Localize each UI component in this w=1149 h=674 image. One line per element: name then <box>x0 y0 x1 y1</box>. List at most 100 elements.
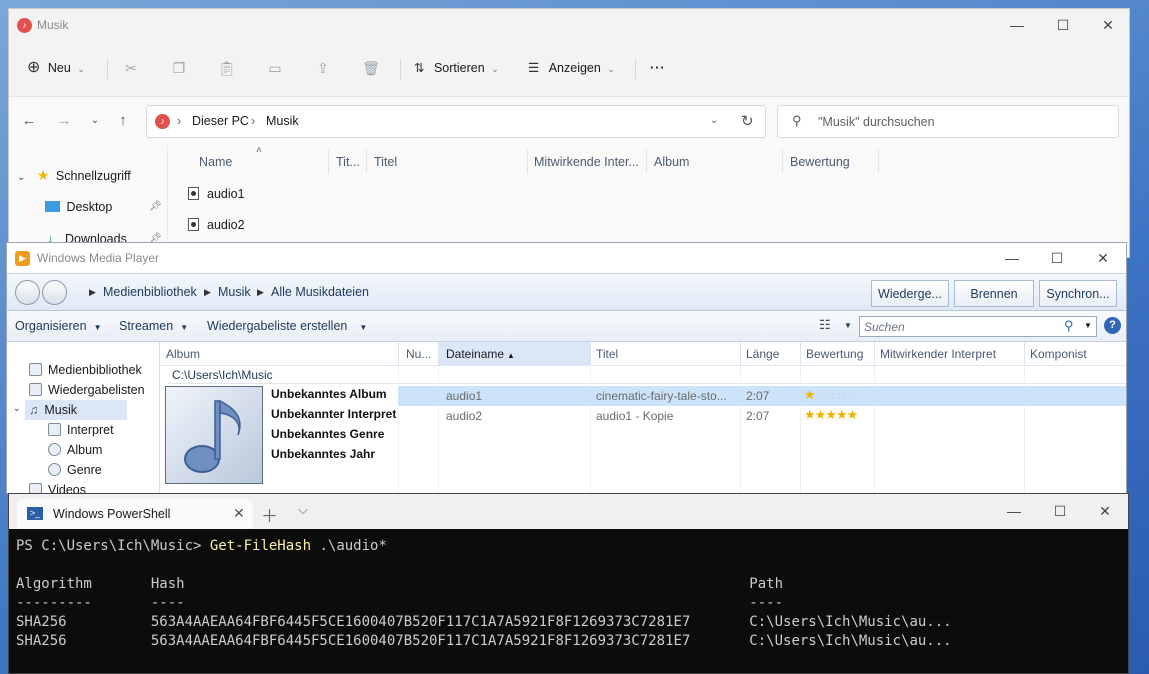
dropdown-arrow-icon[interactable]: ▼ <box>1084 321 1092 330</box>
search-box[interactable]: ⚲ "Musik" durchsuchen <box>777 105 1119 138</box>
folder-path: C:\Users\Ich\Music <box>172 368 273 382</box>
terminal-output[interactable]: PS C:\Users\Ich\Music> Get-FileHash .\au… <box>16 534 952 649</box>
refresh-icon[interactable]: ↻ <box>741 112 754 130</box>
view-button[interactable]: ☰ Anzeigen ⌄ <box>528 57 615 79</box>
wmp-search-box[interactable]: Suchen ⚲ ▼ <box>859 316 1097 337</box>
track-filename[interactable]: audio2 <box>446 409 482 423</box>
audio-file-icon <box>188 187 199 200</box>
side-item-library[interactable]: Medienbibliothek <box>29 360 142 380</box>
side-item-artist[interactable]: Interpret <box>48 420 114 440</box>
maximize-button[interactable]: ☐ <box>1034 243 1080 273</box>
chevron-down-icon[interactable]: ⌄ <box>13 403 21 414</box>
address-bar[interactable]: ♪ › Dieser PC › Musik ⌄ ↻ <box>146 105 766 138</box>
column-separator <box>527 150 528 174</box>
breadcrumb-separator-icon: › <box>251 114 256 128</box>
col-number[interactable]: Nu... <box>406 347 431 361</box>
cut-icon[interactable]: ✂ <box>120 57 142 79</box>
col-composer[interactable]: Komponist <box>1030 347 1087 361</box>
col-contributing-artist[interactable]: Mitwirkender Interpret <box>880 347 996 361</box>
breadcrumb-music[interactable]: Musik <box>218 285 251 299</box>
breadcrumb-this-pc[interactable]: Dieser PC <box>192 114 249 128</box>
rename-icon[interactable]: ▭ <box>264 57 286 79</box>
column-contributing-artists[interactable]: Mitwirkende Inter... <box>534 155 639 169</box>
column-rating[interactable]: Bewertung <box>790 155 850 169</box>
dropdown-arrow-icon[interactable]: ▼ <box>844 321 852 330</box>
close-tab-icon[interactable]: ✕ <box>233 505 245 522</box>
breadcrumb-all-music[interactable]: Alle Musikdateien <box>271 285 369 299</box>
share-icon[interactable]: ⇪ <box>312 57 334 79</box>
file-row-audio1[interactable]: audio1 <box>188 183 245 205</box>
new-tab-icon[interactable]: ＋ <box>261 502 278 527</box>
breadcrumb-library[interactable]: Medienbibliothek <box>103 285 197 299</box>
file-row-audio2[interactable]: audio2 <box>188 214 245 236</box>
paste-icon[interactable]: 📋︎ <box>216 57 238 79</box>
nav-desktop[interactable]: Desktop 📌︎ <box>45 196 163 218</box>
wmp-search-placeholder: Suchen <box>864 320 905 334</box>
powershell-icon: >_ <box>27 507 43 520</box>
rating-stars[interactable]: ★☆☆☆☆ <box>804 387 858 403</box>
more-options-button[interactable]: ··· <box>650 57 666 79</box>
maximize-button[interactable]: ☐ <box>1037 494 1083 529</box>
view-options-icon[interactable]: ☷ <box>819 317 831 333</box>
organize-menu[interactable]: Organisieren ▼ <box>15 319 102 333</box>
col-length[interactable]: Länge <box>746 347 779 361</box>
sort-button[interactable]: ⇅ Sortieren ⌄ <box>414 57 499 79</box>
new-button[interactable]: ⊕ Neu ⌄ <box>27 57 85 79</box>
close-button[interactable]: ✕ <box>1082 494 1128 529</box>
col-rating[interactable]: Bewertung <box>806 347 863 361</box>
tab-play[interactable]: Wiederge... <box>871 280 949 307</box>
back-arrow-icon[interactable]: ← <box>17 109 41 133</box>
address-dropdown-icon[interactable]: ⌄ <box>710 115 718 126</box>
tab-burn[interactable]: Brennen <box>954 280 1034 307</box>
track-title[interactable]: audio1 - Kopie <box>596 409 673 423</box>
col-album[interactable]: Album <box>166 347 200 361</box>
col-filename[interactable]: Dateiname ▲ <box>446 347 515 361</box>
tab-powershell[interactable]: >_ Windows PowerShell ✕ <box>17 499 253 529</box>
side-item-genre[interactable]: Genre <box>48 460 102 480</box>
recent-locations-chevron-icon[interactable]: ⌄ <box>83 109 107 133</box>
minimize-button[interactable]: — <box>994 9 1040 41</box>
create-playlist-menu[interactable]: Wiedergabeliste erstellen ▼ <box>207 319 367 333</box>
address-row: ← → ⌄ ↑ ♪ › Dieser PC › Musik ⌄ ↻ ⚲ "Mus… <box>9 97 1129 145</box>
forward-arrow-icon[interactable]: → <box>52 109 76 133</box>
rating-stars[interactable]: ★★★★★ <box>804 407 858 423</box>
side-item-album[interactable]: Album <box>48 440 102 460</box>
help-icon[interactable]: ? <box>1104 317 1121 334</box>
column-separator <box>328 150 329 174</box>
delete-icon[interactable]: 🗑︎ <box>360 57 382 79</box>
side-item-music[interactable]: ♫ Musik <box>25 400 127 420</box>
search-icon: ⚲ <box>792 113 802 128</box>
view-icon: ☰ <box>528 61 540 75</box>
close-button[interactable]: ✕ <box>1085 9 1131 41</box>
stream-menu[interactable]: Streamen ▼ <box>119 319 188 333</box>
up-arrow-icon[interactable]: ↑ <box>111 109 135 133</box>
col-title[interactable]: Titel <box>596 347 618 361</box>
column-album[interactable]: Album <box>654 155 689 169</box>
track-title[interactable]: cinematic-fairy-tale-sto... <box>596 389 727 403</box>
chevron-down-icon[interactable]: ⌵ <box>298 502 308 518</box>
column-title[interactable]: Titel <box>374 155 397 169</box>
powershell-window: >_ Windows PowerShell ✕ ＋ ⌵ — ☐ ✕ PS C:\… <box>8 493 1129 674</box>
wmp-track-list: Album Nu... Dateiname ▲ Titel Länge Bewer… <box>160 342 1126 493</box>
track-filename[interactable]: audio1 <box>446 389 482 403</box>
side-item-playlists[interactable]: Wiedergabelisten <box>29 380 145 400</box>
close-button[interactable]: ✕ <box>1080 243 1126 273</box>
minimize-button[interactable]: — <box>989 243 1035 273</box>
tab-sync[interactable]: Synchron... <box>1039 280 1117 307</box>
forward-button[interactable] <box>42 280 67 305</box>
breadcrumb-music[interactable]: Musik <box>266 114 299 128</box>
column-name[interactable]: Name <box>199 155 232 169</box>
command-text: Get-FileHash <box>209 538 312 554</box>
album-art[interactable] <box>165 386 263 484</box>
prompt-line: PS C:\Users\Ich\Music> Get-FileHash .\au… <box>16 538 387 554</box>
maximize-button[interactable]: ☐ <box>1040 9 1086 41</box>
explorer-titlebar: ♪ Musik — ☐ ✕ <box>9 9 1129 41</box>
library-icon <box>29 363 42 376</box>
nav-quick-access[interactable]: ⌄ ★ Schnellzugriff <box>17 164 131 186</box>
copy-icon[interactable]: ❐ <box>168 57 190 79</box>
minimize-button[interactable]: — <box>991 494 1037 529</box>
wmp-titlebar: ▶ Windows Media Player — ☐ ✕ <box>7 243 1126 273</box>
back-button[interactable] <box>15 280 40 305</box>
search-icon[interactable]: ⚲ <box>1064 318 1074 334</box>
column-title-short[interactable]: Tit... <box>336 155 360 169</box>
